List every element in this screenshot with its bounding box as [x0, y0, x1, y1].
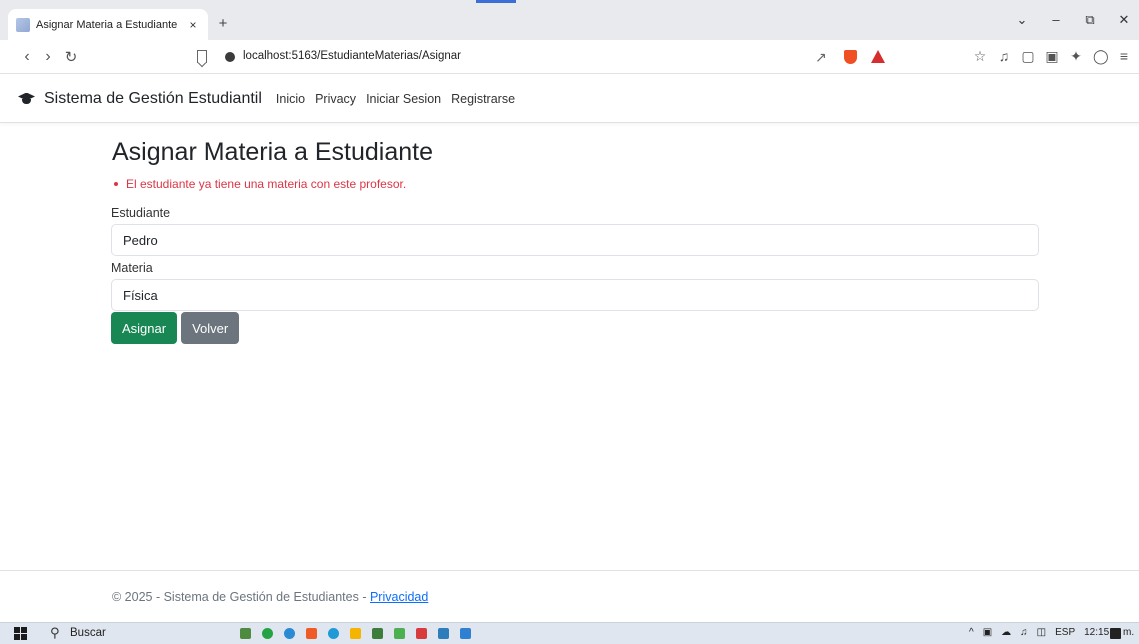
subject-label: Materia: [111, 261, 153, 275]
site-info-icon[interactable]: [225, 52, 235, 62]
favicon-icon: [16, 17, 30, 32]
address-bar[interactable]: localhost:5163/EstudianteMaterias/Asigna…: [243, 50, 461, 62]
brave-rewards-icon[interactable]: [871, 50, 885, 63]
page-title: Asignar Materia a Estudiante: [112, 138, 434, 166]
site-footer: © 2025 - Sistema de Gestión de Estudiant…: [0, 570, 1139, 622]
form-actions: Asignar Volver: [111, 312, 1039, 344]
new-tab-button[interactable]: +: [214, 15, 232, 32]
student-input[interactable]: [111, 224, 1039, 256]
notifications-icon[interactable]: [1110, 628, 1121, 639]
tray-display-icon[interactable]: ◫: [1037, 627, 1046, 638]
tab-strip-accent: [476, 0, 516, 3]
nav-link-registrarse[interactable]: Registrarse: [451, 92, 515, 106]
telegram-icon[interactable]: [284, 628, 295, 639]
main-content: Asignar Materia a Estudiante El estudian…: [111, 138, 1039, 344]
tab-close-icon[interactable]: ×: [186, 18, 200, 32]
nav-link-privacy[interactable]: Privacy: [315, 92, 356, 106]
browser-tab-strip: Asignar Materia a Estudiante - × + ⌄ – ⧉…: [0, 0, 1139, 40]
whatsapp-icon[interactable]: [262, 628, 273, 639]
brave-icon[interactable]: [306, 628, 317, 639]
brave-shield-icon[interactable]: [844, 50, 857, 64]
tray-cloud-icon[interactable]: ☁: [1001, 627, 1011, 638]
window-controls: ⌄ – ⧉ ✕: [1015, 12, 1131, 28]
footer-text: © 2025 - Sistema de Gestión de Estudiant…: [112, 590, 428, 604]
tab-search-icon[interactable]: ⌄: [1015, 12, 1029, 28]
navbar-brand[interactable]: Sistema de Gestión Estudiantil: [44, 90, 262, 108]
extensions-icon[interactable]: ☆: [973, 48, 987, 65]
restore-icon[interactable]: ⧉: [1083, 12, 1097, 28]
tray-volume-icon[interactable]: ♫: [1020, 627, 1028, 638]
edge-icon[interactable]: [328, 628, 339, 639]
app-icon-1[interactable]: [240, 628, 251, 639]
app-icon-7[interactable]: [372, 628, 383, 639]
forward-icon[interactable]: ›: [40, 48, 56, 66]
subject-input[interactable]: [111, 279, 1039, 311]
search-icon[interactable]: ⚲: [50, 625, 60, 641]
bookmark-icon[interactable]: [197, 50, 207, 63]
close-window-icon[interactable]: ✕: [1117, 12, 1131, 28]
back-icon[interactable]: ‹: [19, 48, 35, 66]
assign-button[interactable]: Asignar: [111, 312, 178, 344]
vscode-icon[interactable]: [460, 628, 471, 639]
favorites-icon[interactable]: ✦: [1069, 48, 1083, 65]
reload-icon[interactable]: ↻: [63, 48, 79, 66]
tray-chevron-icon[interactable]: ^: [969, 627, 974, 638]
back-button[interactable]: Volver: [181, 312, 240, 344]
pdf-icon[interactable]: [416, 628, 427, 639]
browser-tab[interactable]: Asignar Materia a Estudiante - ×: [8, 9, 208, 40]
minimize-icon[interactable]: –: [1049, 12, 1063, 28]
toolbar-right-icons: ☆ ♫ ▢ ▣ ✦ ◯ ≡: [973, 48, 1131, 65]
language-indicator[interactable]: ESP: [1055, 627, 1075, 638]
privacy-link[interactable]: Privacidad: [370, 590, 428, 604]
validation-summary: El estudiante ya tiene una materia con e…: [111, 177, 1039, 191]
taskbar-search[interactable]: Buscar: [70, 627, 106, 639]
share-icon[interactable]: ↗: [815, 49, 827, 66]
vpn-icon[interactable]: ◯: [1093, 48, 1109, 65]
app-icon-10[interactable]: [438, 628, 449, 639]
menu-icon[interactable]: ≡: [1117, 48, 1131, 65]
graduation-cap-icon: [17, 93, 36, 105]
copyright-text: © 2025 - Sistema de Gestión de Estudiant…: [112, 590, 370, 604]
tab-title: Asignar Materia a Estudiante -: [36, 18, 180, 31]
validation-error: El estudiante ya tiene una materia con e…: [114, 177, 1039, 191]
media-icon[interactable]: ♫: [997, 48, 1011, 65]
sidebar-icon[interactable]: ▢: [1021, 48, 1035, 65]
tray-network-icon[interactable]: ▣: [983, 627, 992, 638]
nav-link-inicio[interactable]: Inicio: [276, 92, 305, 106]
notepad-icon[interactable]: [394, 628, 405, 639]
student-label: Estudiante: [111, 206, 171, 220]
browser-toolbar: ‹ › ↻ localhost:5163/EstudianteMaterias/…: [0, 40, 1139, 74]
windows-taskbar: ⚲ Buscar ^ ▣ ☁ ♫ ◫ ESP 12:15 a. m.: [0, 622, 1139, 644]
site-navbar: Sistema de Gestión Estudiantil Inicio Pr…: [0, 75, 1139, 123]
file-explorer-icon[interactable]: [350, 628, 361, 639]
nav-link-iniciar-sesion[interactable]: Iniciar Sesion: [366, 92, 441, 106]
start-icon[interactable]: [14, 627, 27, 640]
wallet-icon[interactable]: ▣: [1045, 48, 1059, 65]
